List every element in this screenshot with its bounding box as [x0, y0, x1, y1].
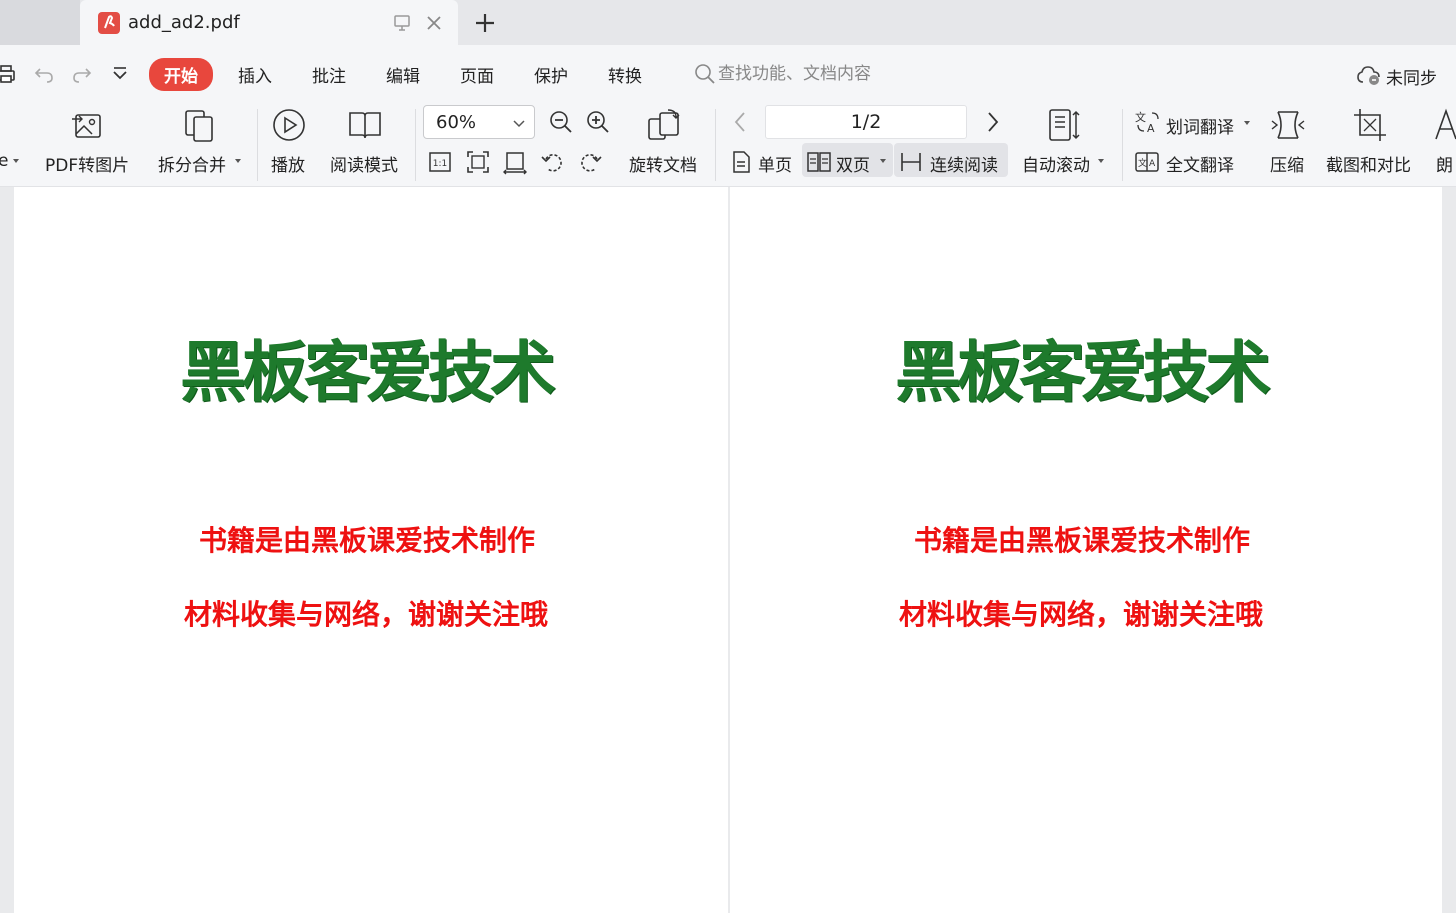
page-text-line-1: 书籍是由黑板课爱技术制作 [199, 526, 536, 557]
pdf-page-1: 黑板客爱技术 书籍是由黑板课爱技术制作 材料收集与网络，谢谢关注哦 [14, 187, 728, 913]
pdf-to-image-button[interactable]: PDF转图片 [45, 151, 129, 176]
logo-text: 黑板客爱技术 [895, 333, 1271, 411]
menu-item-page[interactable]: 页面 [460, 62, 494, 87]
single-page-icon[interactable] [728, 149, 754, 175]
document-viewport[interactable]: 黑板客爱技术 书籍是由黑板课爱技术制作 材料收集与网络，谢谢关注哦 黑板客爱技术… [0, 187, 1456, 913]
double-page-button[interactable]: 双页 [836, 151, 870, 176]
pdf-page-2: 黑板客爱技术 书籍是由黑板课爱技术制作 材料收集与网络，谢谢关注哦 [730, 187, 1442, 913]
svg-text:A: A [1147, 122, 1155, 135]
page-indicator: 1/2 [850, 111, 882, 133]
undo-icon[interactable] [32, 62, 56, 86]
chevron-down-icon[interactable] [108, 62, 132, 86]
pdf-to-image-icon[interactable] [70, 107, 106, 143]
menu-item-protect[interactable]: 保护 [534, 62, 568, 87]
screenshot-compare-button[interactable]: 截图和对比 [1326, 151, 1411, 176]
monitor-icon[interactable] [392, 13, 412, 33]
svg-text:A: A [1149, 159, 1156, 169]
menu-item-convert[interactable]: 转换 [608, 62, 642, 87]
actual-size-icon[interactable]: 1:1 [427, 149, 453, 175]
search-input[interactable] [718, 60, 1018, 88]
tab-add-ad2[interactable]: add_ad2.pdf [80, 0, 458, 45]
caret-down-icon [235, 159, 241, 163]
word-translate-button[interactable]: 划词翻译 [1166, 113, 1234, 138]
next-page-icon[interactable] [979, 109, 1005, 135]
ribbon-separator [415, 109, 416, 181]
caret-down-icon [1098, 159, 1104, 163]
menu-item-annotate[interactable]: 批注 [312, 62, 346, 87]
ribbon-toolbar: e PDF转图片 拆分合并 播放 阅读模式 60% 1:1 旋转文档 1/2 单… [0, 101, 1456, 187]
compress-icon[interactable] [1270, 107, 1306, 143]
cloud-sync-icon[interactable] [1356, 64, 1382, 86]
book-icon[interactable] [347, 107, 383, 143]
zoom-select[interactable]: 60% [423, 105, 535, 139]
read-mode-button[interactable]: 阅读模式 [330, 151, 398, 176]
previous-page-icon[interactable] [728, 109, 754, 135]
redo-icon[interactable] [70, 62, 94, 86]
play-button[interactable]: 播放 [271, 151, 305, 176]
page-text-line-2: 材料收集与网络，谢谢关注哦 [899, 600, 1264, 631]
tab-previous[interactable] [0, 0, 80, 45]
caret-down-icon [880, 159, 886, 163]
page-text-line-2: 材料收集与网络，谢谢关注哦 [184, 600, 549, 631]
tab-strip: add_ad2.pdf [0, 0, 1456, 45]
split-merge-icon[interactable] [182, 107, 218, 143]
fit-width-icon[interactable] [502, 149, 528, 175]
split-merge-button[interactable]: 拆分合并 [158, 151, 226, 176]
caret-down-icon [1244, 121, 1250, 125]
word-translate-icon[interactable]: 文A [1134, 109, 1160, 135]
read-aloud-icon[interactable] [1434, 107, 1456, 143]
fit-page-icon[interactable] [465, 149, 491, 175]
double-page-icon[interactable] [806, 149, 832, 175]
svg-text:1:1: 1:1 [433, 159, 447, 169]
ribbon-separator [715, 109, 716, 181]
rotate-document-button[interactable]: 旋转文档 [629, 151, 697, 176]
compress-button[interactable]: 压缩 [1270, 151, 1304, 176]
sync-status[interactable]: 未同步 [1386, 64, 1437, 89]
tab-title: add_ad2.pdf [128, 12, 240, 33]
cut-tool-label[interactable]: e [0, 151, 8, 171]
read-aloud-button[interactable]: 朗 [1436, 151, 1453, 176]
close-icon[interactable] [424, 13, 444, 33]
svg-text:文: 文 [1135, 110, 1146, 124]
rotate-document-icon[interactable] [646, 107, 682, 143]
page-text-line-1: 书籍是由黑板课爱技术制作 [914, 526, 1251, 557]
chevron-down-icon [513, 120, 525, 128]
full-translate-button[interactable]: 全文翻译 [1166, 151, 1234, 176]
auto-scroll-icon[interactable] [1046, 107, 1082, 143]
page-number-field[interactable]: 1/2 [765, 105, 967, 139]
print-icon[interactable] [0, 62, 18, 86]
caret-down-icon [13, 159, 19, 163]
ribbon-separator [257, 109, 258, 181]
zoom-value: 60% [436, 112, 477, 133]
menu-item-start[interactable]: 开始 [149, 58, 213, 91]
new-tab-plus-icon[interactable] [472, 10, 498, 36]
single-page-button[interactable]: 单页 [758, 151, 792, 176]
zoom-in-icon[interactable] [585, 109, 611, 135]
menu-bar: 开始 插入 批注 编辑 页面 保护 转换 未同步 [0, 45, 1456, 101]
pdf-file-icon [98, 12, 120, 34]
continuous-read-button[interactable]: 连续阅读 [930, 151, 998, 176]
zoom-out-icon[interactable] [548, 109, 574, 135]
logo-text: 黑板客爱技术 [180, 333, 556, 411]
menu-item-edit[interactable]: 编辑 [386, 62, 420, 87]
continuous-read-icon[interactable] [898, 149, 924, 175]
screenshot-compare-icon[interactable] [1352, 107, 1388, 143]
ribbon-separator [1122, 109, 1123, 181]
svg-text:文: 文 [1138, 157, 1147, 169]
play-icon[interactable] [271, 107, 307, 143]
auto-scroll-button[interactable]: 自动滚动 [1022, 151, 1090, 176]
menu-item-insert[interactable]: 插入 [238, 62, 272, 87]
full-translate-icon[interactable]: 文A [1134, 149, 1160, 175]
rotate-right-icon[interactable] [577, 149, 603, 175]
search-icon [694, 63, 716, 85]
rotate-left-icon[interactable] [540, 149, 566, 175]
